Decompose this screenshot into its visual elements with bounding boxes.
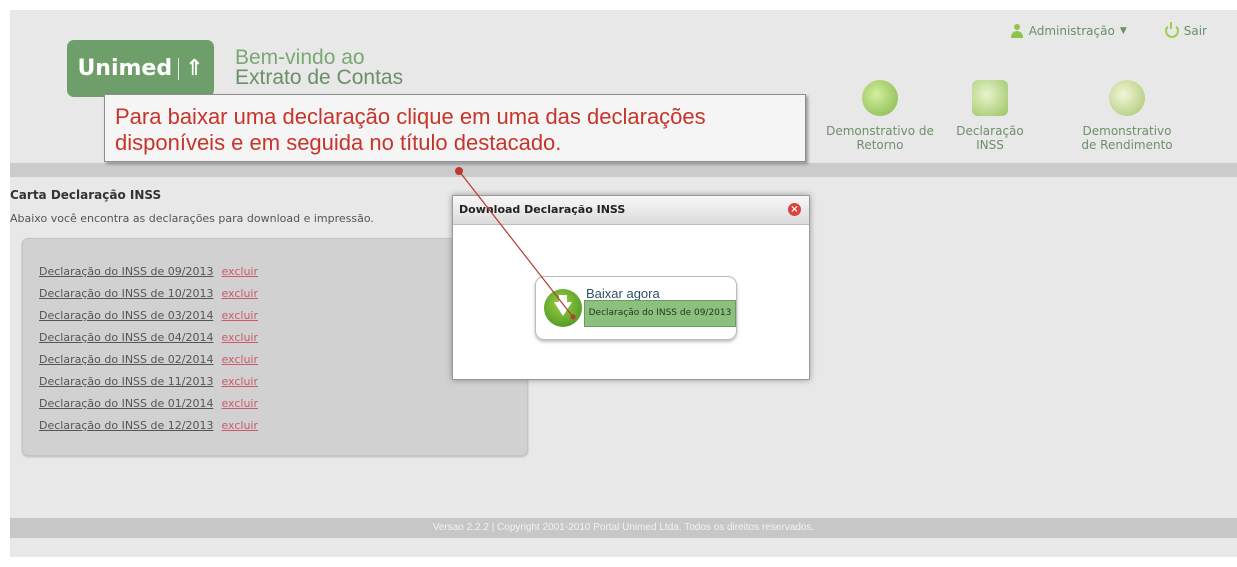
declaration-link[interactable]: Declaração do INSS de 12/2013 xyxy=(39,419,213,432)
delete-link[interactable]: excluir xyxy=(221,397,258,410)
list-item: Declaração do INSS de 10/2013 excluir xyxy=(39,283,258,305)
instruction-callout: Para baixar uma declaração clique em uma… xyxy=(104,94,806,162)
logout-button[interactable]: Sair xyxy=(1164,22,1207,38)
delete-link[interactable]: excluir xyxy=(221,419,258,432)
unimed-logo[interactable]: Unimed ⇑ xyxy=(67,40,214,97)
download-title[interactable]: Baixar agora xyxy=(586,286,660,301)
top-user-bar: Administração ▼ Sair xyxy=(1010,22,1207,38)
nav-demonstrativo-retorno[interactable]: Demonstrativo de Retorno xyxy=(822,80,938,152)
modal-header: Download Declaração INSS × xyxy=(453,196,809,225)
section-subtitle: Abaixo você encontra as declarações para… xyxy=(10,212,374,225)
nav-demonstrativo-rendimento[interactable]: Demonstrativo de Rendimento xyxy=(1076,80,1178,152)
declaration-link[interactable]: Declaração do INSS de 04/2014 xyxy=(39,331,213,344)
delete-link[interactable]: excluir xyxy=(221,265,258,278)
download-modal: Download Declaração INSS × Baixar agora … xyxy=(452,195,810,380)
section-title: Carta Declaração INSS xyxy=(10,188,162,202)
delete-link[interactable]: excluir xyxy=(221,375,258,388)
declaration-link[interactable]: Declaração do INSS de 02/2014 xyxy=(39,353,213,366)
logo-divider xyxy=(178,57,180,80)
list-item: Declaração do INSS de 12/2013 excluir xyxy=(39,415,258,437)
chevron-down-icon: ▼ xyxy=(1119,26,1127,36)
welcome-title: Bem-vindo ao Extrato de Contas xyxy=(235,46,404,89)
nav-label: Demonstrativo de Rendimento xyxy=(1081,124,1173,152)
declaration-link[interactable]: Declaração do INSS de 09/2013 xyxy=(39,265,213,278)
declaration-link[interactable]: Declaração do INSS de 11/2013 xyxy=(39,375,213,388)
download-icon[interactable] xyxy=(544,289,582,327)
power-icon xyxy=(1164,22,1179,38)
list-item: Declaração do INSS de 01/2014 excluir xyxy=(39,393,258,415)
list-item: Declaração do INSS de 03/2014 excluir xyxy=(39,305,258,327)
user-icon xyxy=(1010,24,1024,38)
delete-link[interactable]: excluir xyxy=(221,287,258,300)
header-separator-band xyxy=(10,163,1237,177)
page: Unimed ⇑ Bem-vindo ao Extrato de Contas … xyxy=(10,10,1237,557)
download-card: Baixar agora Declaração do INSS de 09/20… xyxy=(535,276,737,340)
logout-label: Sair xyxy=(1183,24,1207,38)
notebook-icon xyxy=(972,80,1008,116)
declaration-link[interactable]: Declaração do INSS de 10/2013 xyxy=(39,287,213,300)
delete-link[interactable]: excluir xyxy=(221,331,258,344)
logo-text: Unimed xyxy=(77,56,173,81)
close-icon[interactable]: × xyxy=(788,203,801,216)
declaration-link[interactable]: Declaração do INSS de 01/2014 xyxy=(39,397,213,410)
admin-label: Administração xyxy=(1028,24,1115,38)
nav-label: Declaração INSS xyxy=(956,124,1024,152)
delete-link[interactable]: excluir xyxy=(221,309,258,322)
declarations-list: Declaração do INSS de 09/2013 excluir Dec… xyxy=(39,261,258,437)
list-item: Declaração do INSS de 02/2014 excluir xyxy=(39,349,258,371)
welcome-line-1: Bem-vindo ao xyxy=(235,46,365,69)
welcome-line-2: Extrato de Contas xyxy=(235,66,404,89)
list-item: Declaração do INSS de 09/2013 excluir xyxy=(39,261,258,283)
download-file-button[interactable]: Declaração do INSS de 09/2013 xyxy=(584,300,736,327)
coins-chart-icon xyxy=(1109,80,1145,116)
declaration-link[interactable]: Declaração do INSS de 03/2014 xyxy=(39,309,213,322)
logo-mark-icon: ⇑ xyxy=(185,56,204,81)
nav-declaracao-inss[interactable]: Declaração INSS xyxy=(948,80,1032,152)
nav-label: Demonstrativo de Retorno xyxy=(826,124,934,152)
refresh-arrows-icon xyxy=(862,80,898,116)
list-item: Declaração do INSS de 11/2013 excluir xyxy=(39,371,258,393)
modal-title: Download Declaração INSS xyxy=(459,203,626,216)
footer: Versao 2.2.2 | Copyright 2001-2010 Porta… xyxy=(10,518,1237,538)
admin-menu[interactable]: Administração ▼ xyxy=(1010,24,1127,38)
list-item: Declaração do INSS de 04/2014 excluir xyxy=(39,327,258,349)
delete-link[interactable]: excluir xyxy=(221,353,258,366)
